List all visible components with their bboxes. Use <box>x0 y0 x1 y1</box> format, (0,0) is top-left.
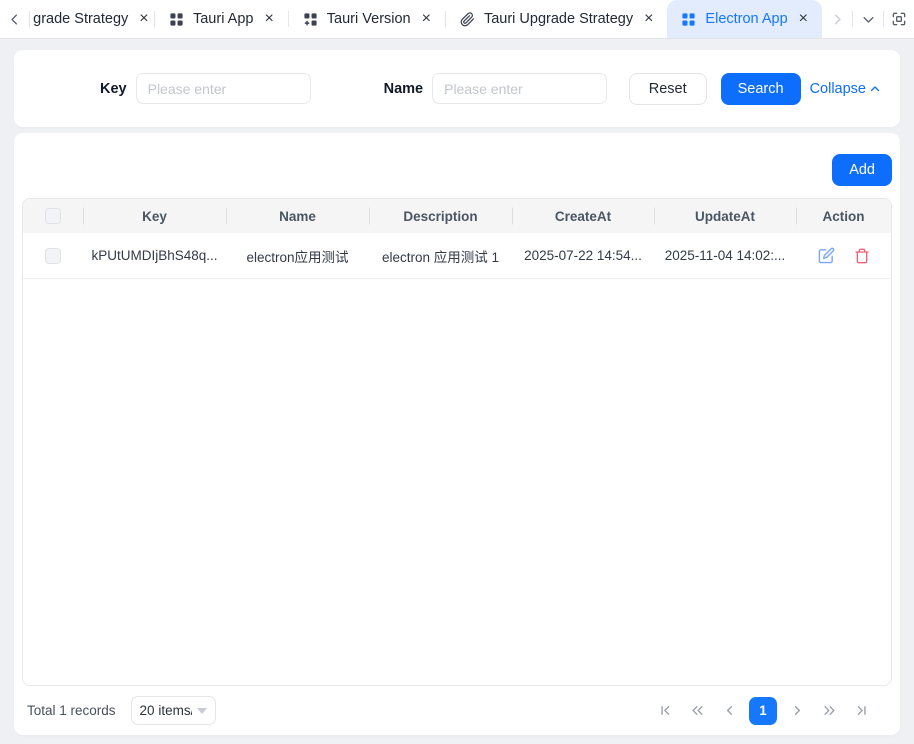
tab-label: grade Strategy <box>33 11 128 27</box>
close-icon[interactable]: × <box>264 11 273 27</box>
tab-bar: grade Strategy × Tauri App × Tauri Versi… <box>0 0 914 39</box>
paperclip-icon <box>460 12 475 27</box>
column-header-name: Name <box>226 199 369 233</box>
last-page-icon <box>854 703 869 718</box>
previous-page-button[interactable] <box>717 697 741 725</box>
last-page-button[interactable] <box>849 697 873 725</box>
tab-menu-button[interactable] <box>853 0 883 38</box>
row-createat-cell: 2025-07-22 14:54... <box>512 233 654 278</box>
table-card: Add Key Name Description CreateAt Update… <box>14 133 900 735</box>
tab-label: Electron App <box>705 11 787 27</box>
back-five-pages-button[interactable] <box>685 697 709 725</box>
name-form-item: Name <box>384 73 608 104</box>
first-page-icon <box>658 703 673 718</box>
tab-tauri-app[interactable]: Tauri App × <box>155 0 288 38</box>
total-records-text: Total 1 records <box>27 703 116 718</box>
select-all-cell <box>23 199 83 233</box>
row-name-cell: electron应用测试 <box>226 233 369 278</box>
fullscreen-icon <box>891 11 907 27</box>
table-header-row: Key Name Description CreateAt UpdateAt A… <box>23 199 891 233</box>
double-chevron-right-icon <box>822 703 837 718</box>
grid-icon <box>169 12 184 27</box>
grid-icon <box>681 12 696 27</box>
double-chevron-left-icon <box>690 703 705 718</box>
scroll-tabs-right-button[interactable] <box>822 0 852 38</box>
row-updateat-cell: 2025-11-04 14:02:... <box>654 233 796 278</box>
page-size-value: 20 items/pag <box>140 703 192 718</box>
grid-plus-icon <box>303 12 318 27</box>
delete-button[interactable] <box>854 248 870 264</box>
name-label: Name <box>384 81 424 97</box>
row-checkbox[interactable] <box>45 248 61 264</box>
column-header-description: Description <box>369 199 512 233</box>
search-button[interactable]: Search <box>721 73 801 105</box>
scroll-tabs-left-button[interactable] <box>0 0 29 38</box>
trash-icon <box>854 248 870 264</box>
column-header-updateat: UpdateAt <box>654 199 796 233</box>
row-key-cell: kPUtUMDIjBhS48q... <box>83 233 226 278</box>
close-icon[interactable]: × <box>799 11 808 27</box>
tab-electron-app[interactable]: Electron App × <box>667 0 822 38</box>
row-action-cell <box>796 233 891 278</box>
tab-tauri-version[interactable]: Tauri Version × <box>289 0 445 38</box>
caret-down-icon <box>197 708 207 714</box>
select-all-checkbox[interactable] <box>45 208 61 224</box>
column-header-key: Key <box>83 199 226 233</box>
pagination-bar: Total 1 records 20 items/pag 1 <box>22 686 892 735</box>
edit-button[interactable] <box>818 247 835 264</box>
chevron-right-icon <box>830 12 845 27</box>
row-select-cell <box>23 233 83 278</box>
search-form-card: Key Name Reset Search Collapse <box>14 50 900 127</box>
collapse-label: Collapse <box>810 81 866 97</box>
column-header-createat: CreateAt <box>512 199 654 233</box>
close-icon[interactable]: × <box>139 11 148 27</box>
table-empty-area <box>23 279 891 685</box>
tab-label: Tauri Version <box>327 11 411 27</box>
key-form-item: Key <box>100 73 311 104</box>
chevron-up-icon <box>869 83 881 95</box>
chevron-down-icon <box>861 12 876 27</box>
edit-icon <box>818 247 835 264</box>
next-page-button[interactable] <box>785 697 809 725</box>
tab-label: Tauri Upgrade Strategy <box>484 11 633 27</box>
search-actions: Reset Search Collapse <box>629 73 881 105</box>
column-header-action: Action <box>796 199 891 233</box>
reset-button[interactable]: Reset <box>629 73 707 105</box>
close-icon[interactable]: × <box>422 11 431 27</box>
add-button[interactable]: Add <box>832 154 892 186</box>
data-table: Key Name Description CreateAt UpdateAt A… <box>22 198 892 686</box>
row-description-cell: electron 应用测试 1 <box>369 233 512 278</box>
key-label: Key <box>100 81 127 97</box>
collapse-link[interactable]: Collapse <box>810 81 881 97</box>
key-input[interactable] <box>136 73 311 104</box>
tab-label: Tauri App <box>193 11 253 27</box>
first-page-button[interactable] <box>653 697 677 725</box>
chevron-left-icon <box>722 703 737 718</box>
table-toolbar: Add <box>22 133 892 198</box>
tab-upgrade-strategy[interactable]: grade Strategy × <box>30 0 154 38</box>
close-icon[interactable]: × <box>644 11 653 27</box>
chevron-right-icon <box>790 703 805 718</box>
tab-tauri-upgrade-strategy[interactable]: Tauri Upgrade Strategy × <box>446 0 667 38</box>
tabbar-controls <box>822 0 914 38</box>
chevron-left-icon <box>7 12 22 27</box>
table-row: kPUtUMDIjBhS48q... electron应用测试 electron… <box>23 233 891 279</box>
page-size-select[interactable]: 20 items/pag <box>131 696 216 725</box>
forward-five-pages-button[interactable] <box>817 697 841 725</box>
current-page-button[interactable]: 1 <box>749 697 777 725</box>
pager: 1 <box>653 697 873 725</box>
name-input[interactable] <box>432 73 607 104</box>
fullscreen-button[interactable] <box>884 0 914 38</box>
